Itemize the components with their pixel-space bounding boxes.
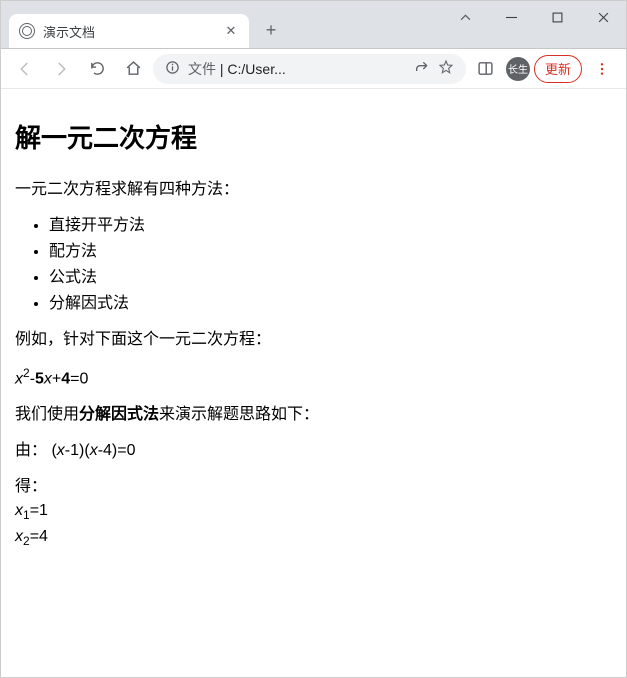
window-controls [442,1,626,48]
menu-icon[interactable] [586,53,618,85]
profile-avatar[interactable]: 长生 [506,57,530,81]
address-text: 文件 | C:/User... [188,59,406,79]
solve-lead: 我们使用分解因式法来演示解题思路如下： [15,403,612,427]
bookmark-icon[interactable] [438,59,454,78]
methods-list: 直接开平方法 配方法 公式法 分解因式法 [49,214,612,316]
list-item: 分解因式法 [49,292,612,316]
side-panel-icon[interactable] [470,53,502,85]
address-bar[interactable]: 文件 | C:/User... [153,54,466,84]
window-minimize-button[interactable] [488,1,534,33]
roots: 得： x1=1 x2=4 [15,475,612,549]
window-maximize-button[interactable] [534,1,580,33]
back-button[interactable] [9,53,41,85]
close-tab-icon[interactable]: ✕ [223,23,239,39]
window-close-button[interactable] [580,1,626,33]
factor-step: 由： (x-1)(x-4)=0 [15,439,612,463]
share-icon[interactable] [414,59,430,78]
home-button[interactable] [117,53,149,85]
page-title: 解一元二次方程 [15,119,612,158]
globe-icon [19,23,35,39]
update-button[interactable]: 更新 [534,55,582,83]
example-lead: 例如，针对下面这个一元二次方程： [15,328,612,352]
window-more-icon[interactable] [442,1,488,33]
equation: x2-5x+4=0 [15,364,612,391]
window-titlebar: 演示文档 ✕ + [1,1,626,49]
browser-tab[interactable]: 演示文档 ✕ [9,14,249,48]
browser-toolbar: 文件 | C:/User... 长生 更新 [1,49,626,89]
site-info-icon[interactable] [165,60,180,78]
reload-button[interactable] [81,53,113,85]
page-content: 解一元二次方程 一元二次方程求解有四种方法： 直接开平方法 配方法 公式法 分解… [1,89,626,677]
intro-text: 一元二次方程求解有四种方法： [15,178,612,202]
forward-button[interactable] [45,53,77,85]
list-item: 公式法 [49,266,612,290]
list-item: 配方法 [49,240,612,264]
list-item: 直接开平方法 [49,214,612,238]
tab-strip: 演示文档 ✕ + [1,6,442,48]
new-tab-button[interactable]: + [257,16,285,44]
tab-title: 演示文档 [43,22,223,41]
